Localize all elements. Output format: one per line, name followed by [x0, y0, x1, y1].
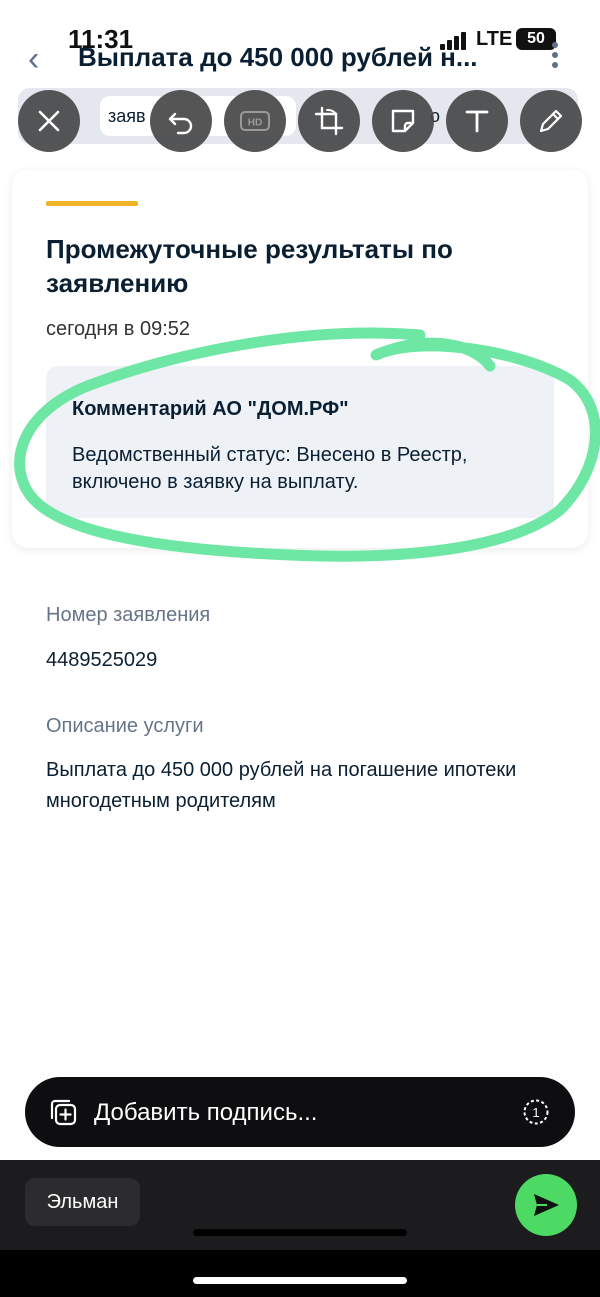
text-icon — [465, 110, 489, 133]
pencil-icon — [539, 109, 563, 133]
svg-text:HD: HD — [248, 118, 262, 129]
sticker-button[interactable] — [372, 90, 434, 152]
recipient-chip[interactable]: Эльман — [25, 1178, 140, 1226]
draw-button[interactable] — [520, 90, 582, 152]
home-indicator-bottom — [193, 1277, 407, 1284]
crop-button[interactable] — [298, 90, 360, 152]
more-icon[interactable] — [552, 42, 560, 70]
undo-icon — [168, 112, 193, 135]
home-indicator — [193, 1229, 407, 1236]
page-title: Выплата до 450 000 рублей н... — [78, 42, 478, 72]
application-number-value: 4489525029 — [46, 649, 158, 671]
bottom-strip — [0, 1250, 600, 1297]
undo-button[interactable] — [150, 90, 212, 152]
hd-icon: HD — [240, 111, 270, 131]
close-button[interactable] — [18, 90, 80, 152]
service-description-label: Описание услуги — [46, 715, 204, 737]
service-description-value: Выплата до 450 000 рублей на погашение и… — [46, 759, 517, 812]
accent-line — [46, 201, 138, 206]
hd-button[interactable]: HD — [224, 90, 286, 152]
sticker-icon — [391, 109, 415, 133]
back-icon[interactable]: ‹ — [28, 40, 39, 79]
caption-placeholder[interactable]: Добавить подпись... — [94, 1099, 317, 1127]
crop-rotate-icon — [314, 106, 344, 136]
text-button[interactable] — [446, 90, 508, 152]
send-icon — [534, 1194, 559, 1216]
add-media-icon[interactable] — [48, 1097, 78, 1127]
close-icon — [38, 110, 60, 132]
highlight-scribble — [14, 327, 600, 562]
tab-label[interactable]: заяв — [108, 106, 146, 127]
application-number-label: Номер заявления — [46, 604, 211, 626]
send-button[interactable] — [515, 1174, 577, 1236]
timer-value: 1 — [532, 1105, 539, 1120]
timer-icon[interactable]: 1 — [522, 1098, 550, 1126]
card-title: Промежуточные результаты по заявлению — [46, 234, 453, 298]
